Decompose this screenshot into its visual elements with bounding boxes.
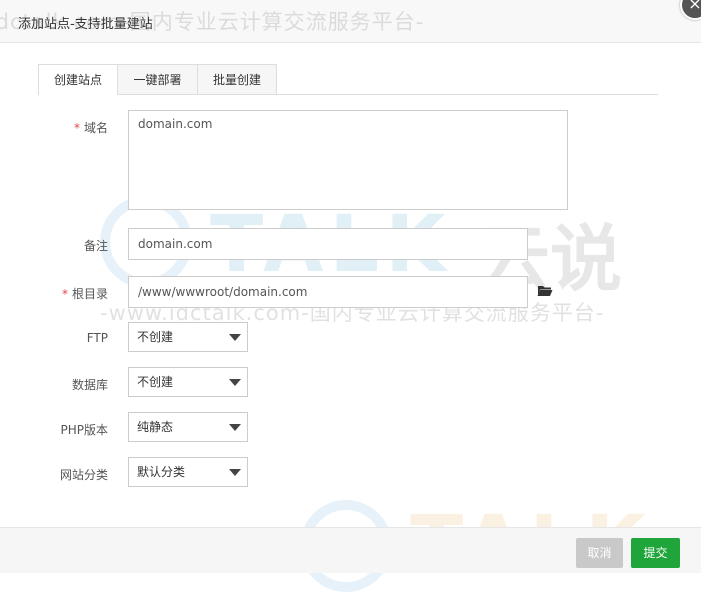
php-version-select[interactable]: 纯静态 <box>128 412 248 442</box>
tab-batch-create[interactable]: 批量创建 <box>197 64 277 94</box>
domain-value: domain.com <box>138 117 213 131</box>
tab-create-site[interactable]: 创建站点 <box>38 64 118 95</box>
remark-input[interactable]: domain.com <box>128 228 528 260</box>
dialog-titlebar: -www.idctalk.com-国内专业云计算交流服务平台- 添加站点-支持批… <box>0 0 701 43</box>
root-dir-value: /www/wwwroot/domain.com <box>138 285 308 299</box>
chevron-down-icon <box>229 379 241 386</box>
folder-open-icon[interactable] <box>537 284 553 297</box>
site-category-select[interactable]: 默认分类 <box>128 457 248 487</box>
site-category-label: 网站分类 <box>59 468 108 482</box>
remark-label: 备注 <box>83 239 108 253</box>
ftp-value: 不创建 <box>137 330 174 344</box>
required-mark: * <box>73 121 80 135</box>
domain-label: * 域名 <box>28 119 108 136</box>
database-label: 数据库 <box>71 378 108 392</box>
submit-button[interactable]: 提交 <box>631 538 680 568</box>
root-dir-input[interactable]: /www/wwwroot/domain.com <box>128 276 528 308</box>
database-select[interactable]: 不创建 <box>128 367 248 397</box>
root-dir-label-text: 根目录 <box>71 287 108 301</box>
site-category-value: 默认分类 <box>137 465 186 479</box>
required-mark-root: * <box>61 287 68 301</box>
ftp-select[interactable]: 不创建 <box>128 322 248 352</box>
domain-label-text: 域名 <box>83 121 108 135</box>
ftp-label: FTP <box>86 331 108 345</box>
chevron-down-icon <box>229 424 241 431</box>
chevron-down-icon <box>229 334 241 341</box>
database-value: 不创建 <box>137 375 174 389</box>
tab-one-click-deploy[interactable]: 一键部署 <box>117 64 198 94</box>
php-version-label: PHP版本 <box>60 423 109 437</box>
remark-value: domain.com <box>138 237 213 251</box>
php-version-value: 纯静态 <box>137 420 174 434</box>
tab-bar: 创建站点 一键部署 批量创建 <box>38 64 658 95</box>
add-site-dialog: TALK 云说 -www.idctalk.com-国内专业云计算交流服务平台- … <box>0 0 701 592</box>
domain-textarea[interactable]: domain.com <box>128 110 568 210</box>
dialog-title: 添加站点-支持批量建站 <box>18 17 153 32</box>
cancel-button[interactable]: 取消 <box>576 538 623 568</box>
chevron-down-icon <box>229 469 241 476</box>
root-dir-label: * 根目录 <box>28 285 108 302</box>
